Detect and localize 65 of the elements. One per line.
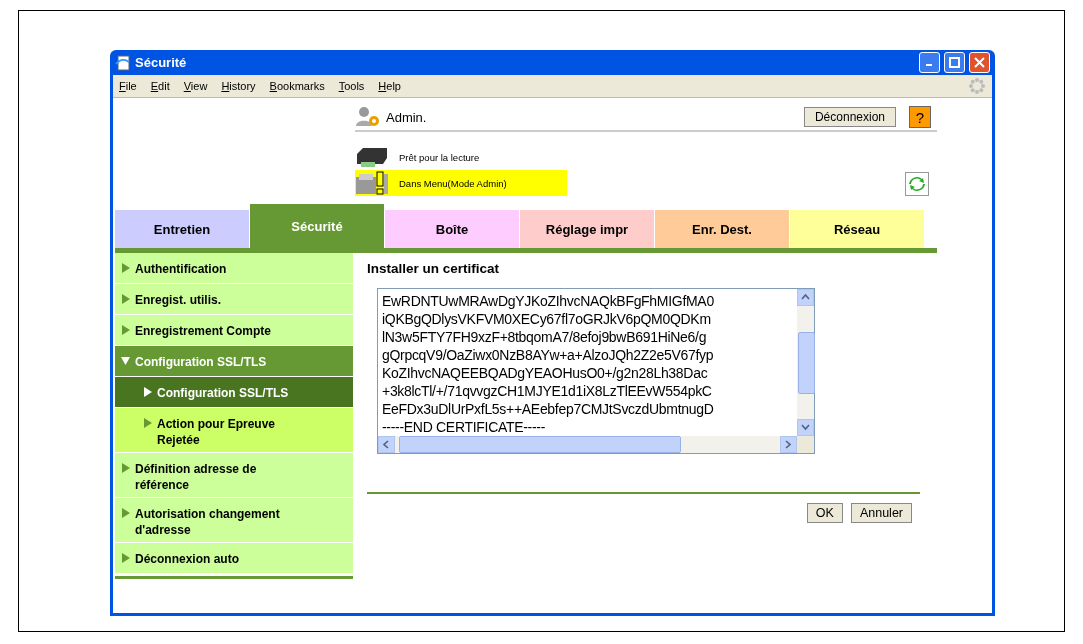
printer-icon [355,146,389,168]
sidebar-item[interactable]: Authentification [115,253,353,284]
menu-item[interactable]: Bookmarks [269,80,325,92]
user-name: Admin. [386,109,428,125]
menu-item[interactable]: View [183,80,208,92]
menu-item[interactable]: Help [378,80,401,92]
cancel-button[interactable]: Annuler [850,503,912,523]
arrow-right-icon [784,440,793,449]
caret-right-icon [121,508,130,518]
arrow-down-icon [801,423,810,432]
tab[interactable]: Réseau [790,210,925,248]
scrollbar-corner [797,436,814,453]
maximize-button[interactable] [944,52,965,73]
close-button[interactable] [969,52,990,73]
sidebar-item-label: Authentification [135,261,227,277]
sidebar-item-label: Enregist. utilis. [135,292,221,308]
status-text: Dans Menu(Mode Admin) [399,177,507,189]
sidebar-item-label: Enregistrement Compte [135,323,272,339]
sidebar-item-label: Autorisation changement d'adresse [135,506,281,538]
caret-right-icon [121,325,130,335]
caret-right-icon [143,387,152,397]
sidebar-item-label: Action pour Epreuve Rejetée [157,416,276,448]
caret-down-icon [121,356,130,366]
caret-right-icon [121,263,130,273]
menu-item[interactable]: File [119,80,137,92]
caret-right-icon [143,418,152,428]
maximize-icon [949,57,960,68]
menu-item[interactable]: History [221,80,256,92]
caret-right-icon [121,463,130,473]
tab[interactable]: Enr. Dest. [655,210,790,248]
sidebar-item-label: Configuration SSL/TLS [157,385,289,401]
menu-item[interactable]: Edit [150,80,170,92]
sidebar-item-label: Configuration SSL/TLS [135,354,267,370]
throbber-icon [968,77,986,95]
status-text: Prêt pour la lecture [399,151,480,163]
help-button[interactable]: ? [909,106,931,128]
document-icon [115,54,131,71]
logout-button[interactable]: Déconnexion [803,107,896,127]
sidebar-item-label: Déconnexion auto [135,551,239,567]
sidebar-item[interactable]: Déconnexion auto [115,543,353,574]
minimize-button[interactable] [919,52,940,73]
sidebar-item[interactable]: Définition adresse de référence [115,453,353,498]
caret-right-icon [121,294,130,304]
sidebar-item[interactable]: Configuration SSL/TLS [115,377,353,408]
tab[interactable]: Réglage impr [520,210,655,248]
sidebar-item[interactable]: Action pour Epreuve Rejetée [115,408,353,453]
certificate-text-area[interactable]: EwRDNTUwMRAwDgYJKoZIhvcNAQkBFgFhMIGfMA0 iQKBgQDlysVKFVM0XECy67fl7oGRJkV6pQM0QDKm lN3w5FTY7FH9xzF+8tbqomA7/8efoj9bwB691HiNe6/g gQrpcqV9/OaZiwx0NzB8AYw+a+AlzoJQh2Z2e5V67fyp KoZIhvcNAQEEBQADgYEAOHusO0+/g2n28Lh38Dac +3k8lcTl/+/71qvvgzCH1MJYE1d1iX8LzTlEEvW554pkC EeFDx3uDlUrPxfL5s++AEebfep7CMJtSvczdUbmtnugD -----END CERTIFICATE----- [377,288,815,454]
sidebar-item[interactable]: Enregist. utilis. [115,284,353,315]
vertical-scrollbar[interactable] [797,289,814,436]
refresh-button[interactable] [905,172,929,196]
user-gear-icon [355,106,381,128]
close-icon [974,57,985,68]
ok-button[interactable]: OK [806,503,843,523]
arrow-left-icon [382,440,391,449]
window-title: Sécurité [135,55,188,70]
menu-item[interactable]: Tools [338,80,365,92]
caret-right-icon [121,553,130,563]
horizontal-scrollbar[interactable] [378,436,797,453]
sidebar-item[interactable]: Autorisation changement d'adresse [115,498,353,543]
tab[interactable]: Boîte [385,210,520,248]
tab[interactable]: Entretien [115,210,250,248]
sidebar-item-label: Définition adresse de référence [135,461,258,493]
sidebar-item[interactable]: Enregistrement Compte [115,315,353,346]
arrow-up-icon [801,293,810,302]
section-title: Installer un certificat [367,261,501,276]
